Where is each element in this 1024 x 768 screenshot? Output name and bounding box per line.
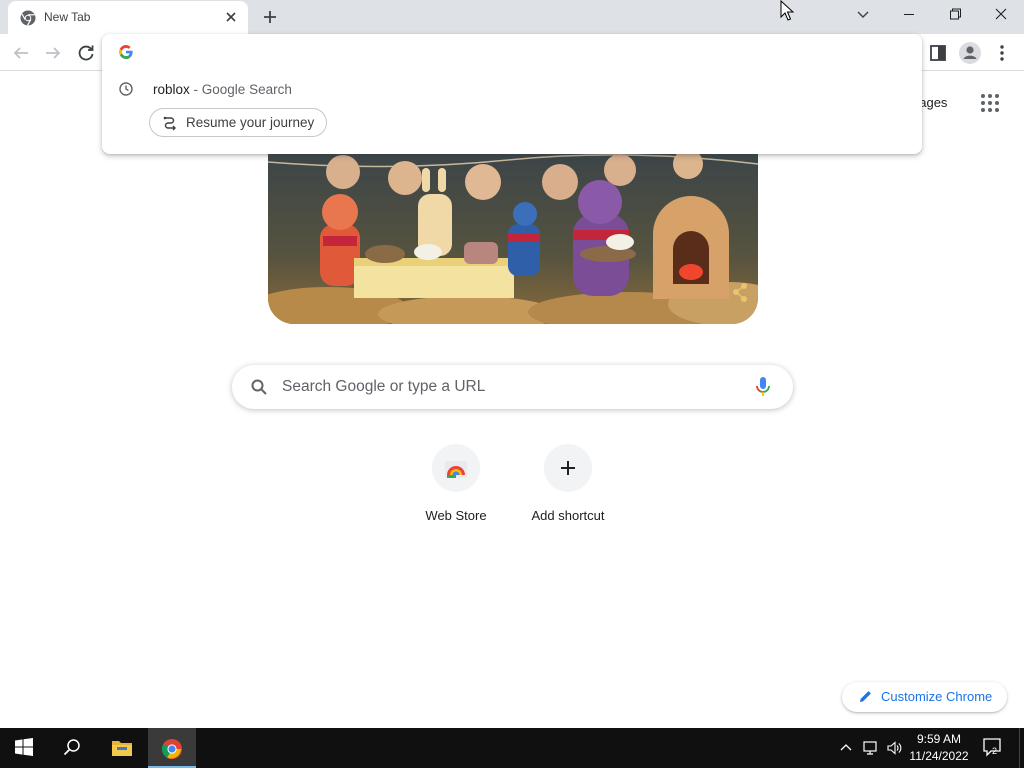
side-panel-icon[interactable]	[925, 40, 951, 66]
add-shortcut-tile	[544, 444, 592, 492]
suggestion-description: Google Search	[201, 82, 292, 97]
new-tab-button[interactable]	[259, 6, 281, 28]
tab-title: New Tab	[44, 10, 91, 24]
minimize-button[interactable]	[886, 0, 932, 30]
web-store-icon	[445, 461, 467, 478]
network-icon[interactable]	[862, 740, 880, 756]
clock-date: 11/24/2022	[909, 749, 969, 763]
customize-chrome-button[interactable]: Customize Chrome	[842, 682, 1007, 712]
taskbar-search-icon[interactable]	[48, 728, 96, 768]
shortcut-label: Web Store	[425, 508, 487, 523]
volume-icon[interactable]	[886, 740, 902, 756]
history-clock-icon	[118, 81, 134, 97]
restore-button[interactable]	[932, 0, 978, 30]
omnibox-dropdown: roblox - Google Search Resume your journ…	[102, 34, 922, 154]
journey-icon	[162, 115, 178, 131]
google-apps-grid-icon[interactable]	[978, 91, 1002, 115]
notification-count-badge: 2	[992, 746, 998, 756]
chrome-taskbar-icon[interactable]	[148, 728, 196, 768]
search-icon	[250, 378, 268, 396]
plus-icon	[561, 461, 575, 475]
mouse-cursor-icon	[780, 0, 795, 21]
profile-avatar-icon[interactable]	[956, 39, 984, 67]
suggestion-separator: -	[189, 82, 202, 97]
pencil-icon	[858, 689, 873, 704]
windows-taskbar: 9:59 AM 11/24/2022 2	[0, 728, 1024, 768]
back-button[interactable]	[8, 40, 34, 66]
microphone-icon[interactable]	[755, 376, 771, 398]
web-store-tile	[432, 444, 480, 492]
start-button[interactable]	[0, 728, 48, 768]
tray-expand-chevron-icon[interactable]	[838, 740, 854, 756]
google-doodle-image[interactable]	[268, 154, 758, 324]
shortcut-web-store[interactable]: Web Store	[400, 444, 512, 534]
tab-search-chevron-icon[interactable]	[840, 0, 886, 30]
close-window-button[interactable]	[978, 0, 1024, 30]
shortcut-add[interactable]: Add shortcut	[512, 444, 624, 534]
customize-chrome-label: Customize Chrome	[881, 689, 993, 704]
file-explorer-icon[interactable]	[98, 728, 146, 768]
reload-button[interactable]	[73, 40, 99, 66]
tab-strip: New Tab	[0, 0, 1024, 34]
kebab-menu-icon[interactable]	[990, 39, 1014, 67]
tab-new-tab[interactable]: New Tab	[8, 1, 248, 34]
suggestion-query: roblox	[153, 82, 190, 97]
taskbar-clock[interactable]: 9:59 AM 11/24/2022	[906, 731, 972, 765]
windows-logo-icon	[15, 738, 33, 756]
clock-time: 9:59 AM	[916, 732, 962, 746]
resume-journey-label: Resume your journey	[186, 115, 315, 130]
search-input[interactable]	[282, 375, 742, 399]
forward-button[interactable]	[40, 40, 66, 66]
google-g-icon	[118, 44, 134, 60]
resume-journey-button[interactable]: Resume your journey	[149, 108, 328, 137]
google-search-box[interactable]	[232, 365, 793, 409]
address-bar-input[interactable]	[146, 38, 906, 66]
suggestion-text: roblox - Google Search	[153, 82, 292, 97]
tab-close-icon[interactable]	[222, 8, 240, 26]
shortcut-label: Add shortcut	[531, 508, 605, 523]
suggestion-row[interactable]: roblox - Google Search	[102, 74, 922, 104]
chrome-logo-icon	[20, 10, 36, 26]
show-desktop-button[interactable]	[1019, 728, 1020, 768]
